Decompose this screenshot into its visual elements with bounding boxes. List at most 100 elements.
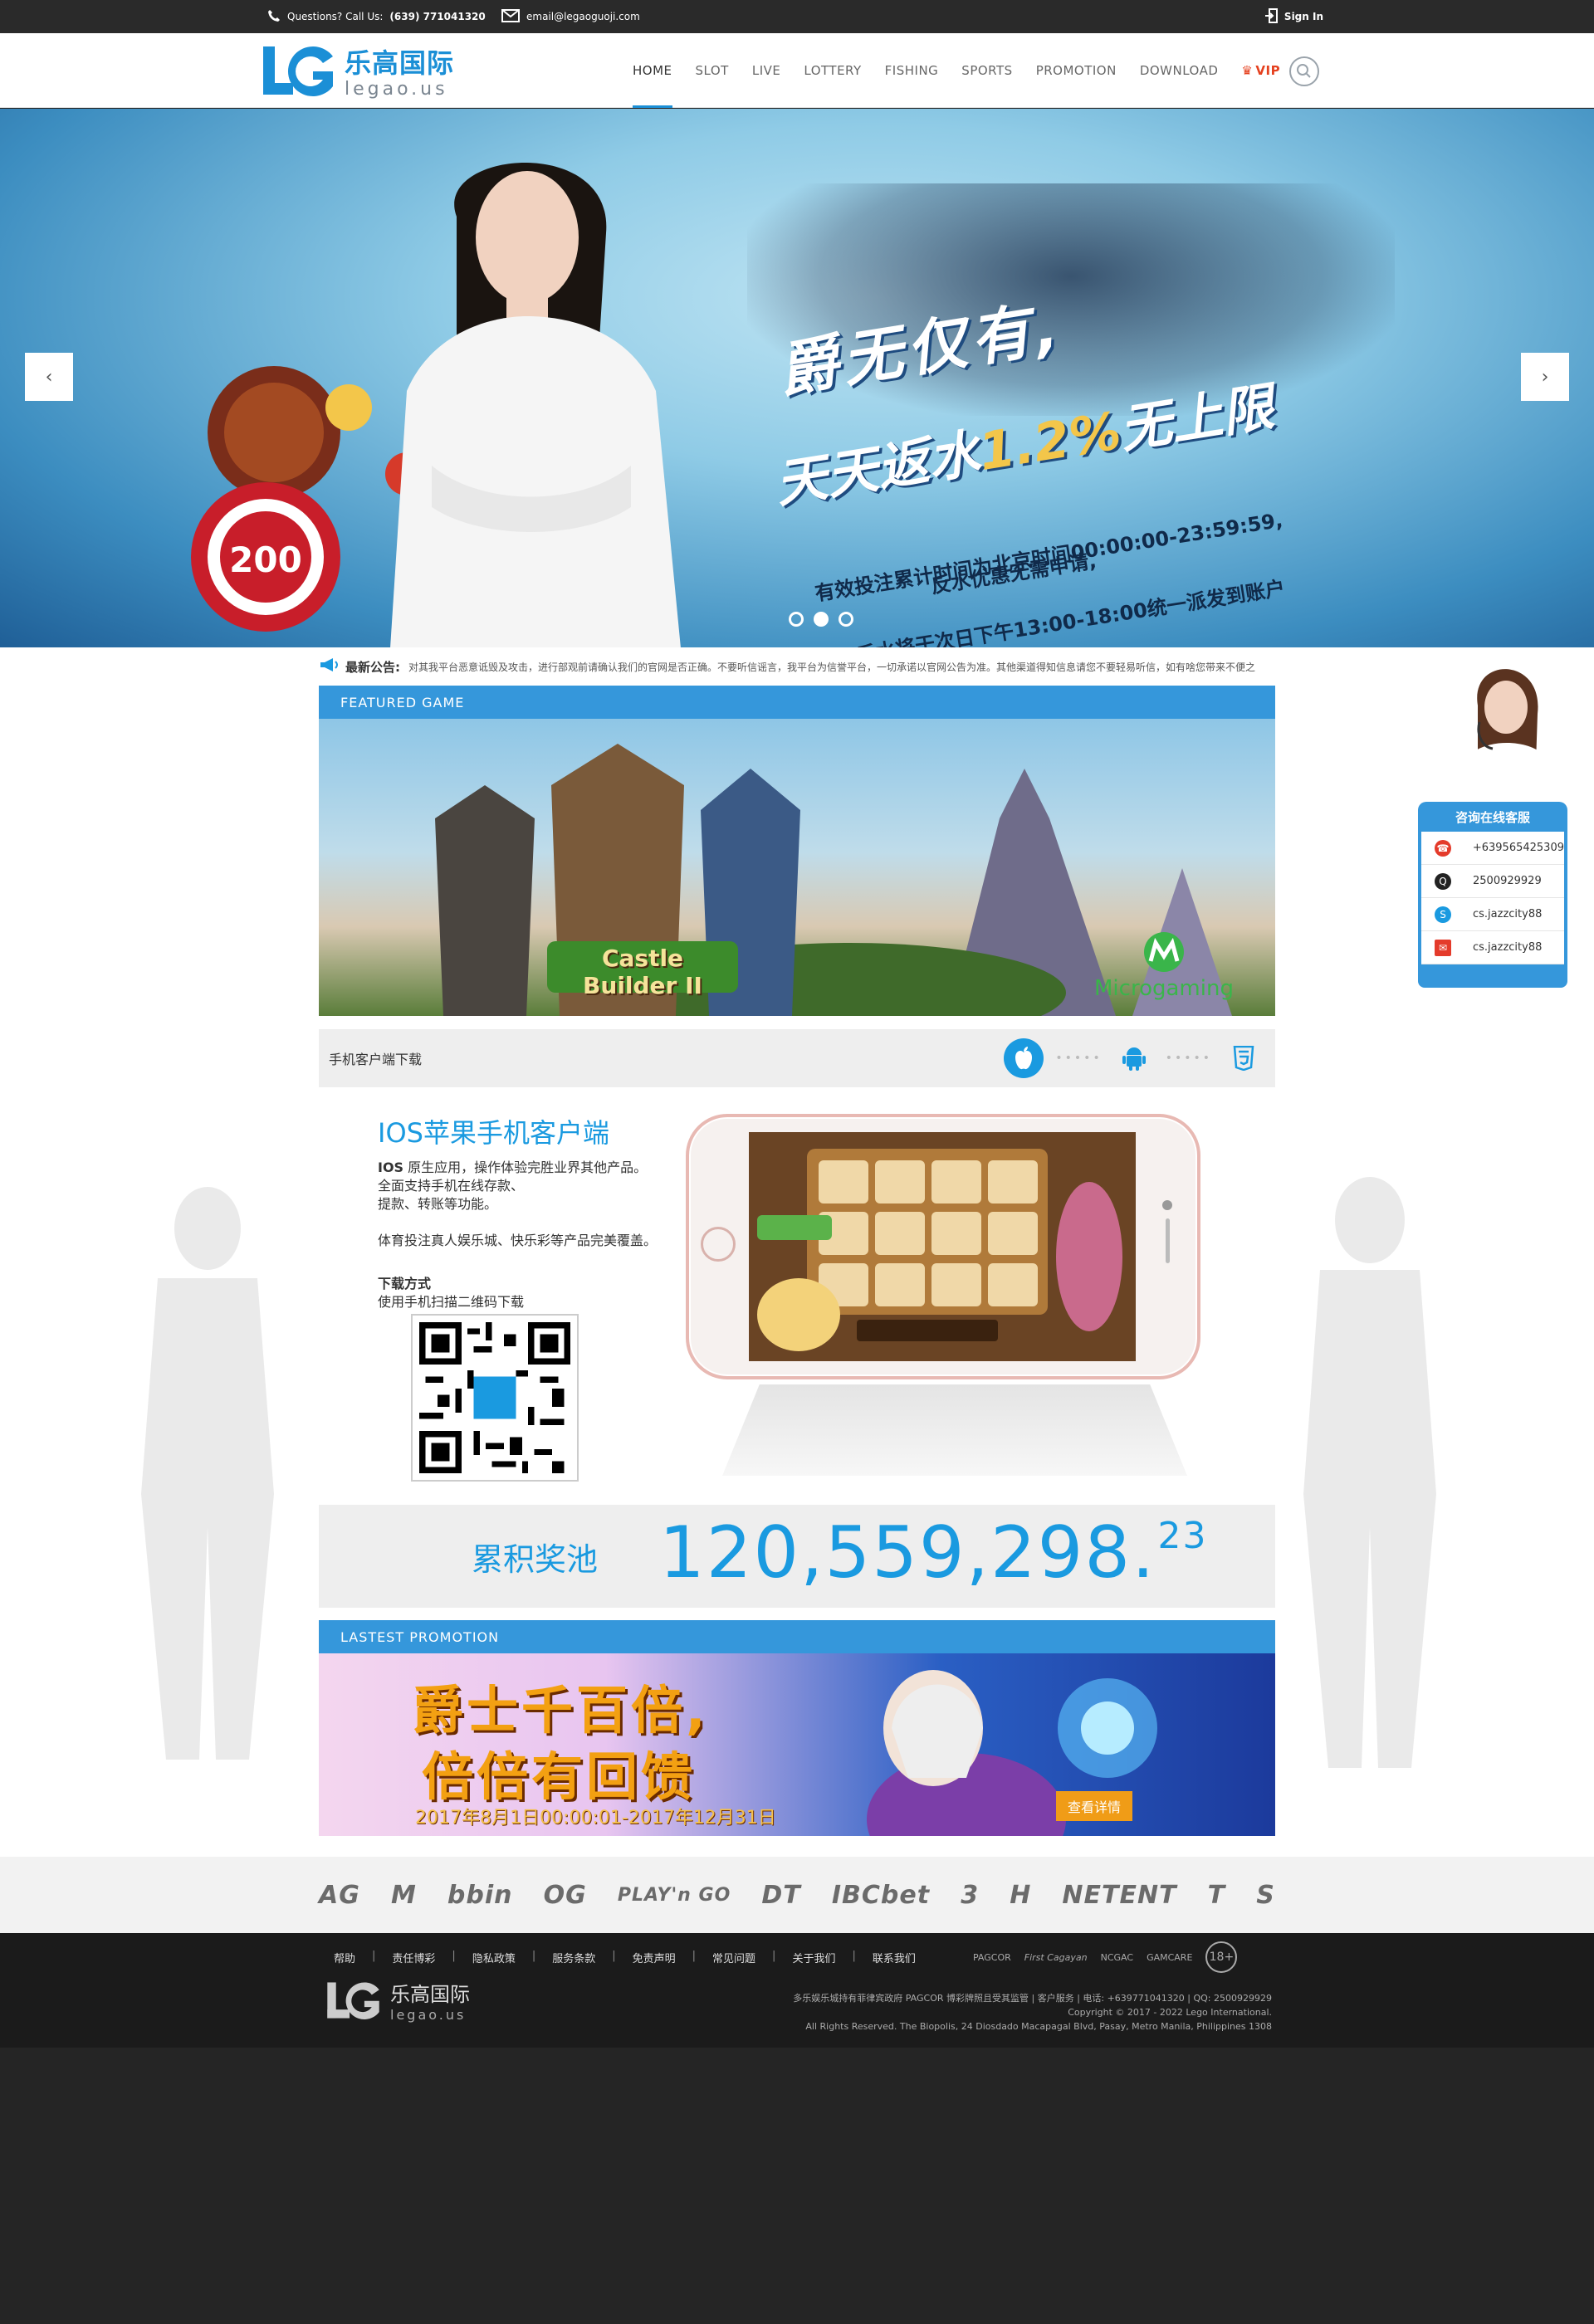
partner-t-logo: T — [1207, 1880, 1226, 1910]
nav-vip-label: VIP — [1255, 63, 1281, 78]
nav-vip[interactable]: ♛ VIP — [1230, 33, 1292, 108]
mail-icon: ✉ — [1435, 939, 1451, 956]
partner-ibcbet-logo: IBCbet — [831, 1880, 931, 1910]
hero-prev-button[interactable]: ‹ — [25, 353, 73, 401]
hero-subline-c: 无上限 — [1115, 375, 1278, 461]
signin-icon — [1264, 7, 1278, 26]
logo-mark — [262, 42, 338, 100]
footer-link-contact[interactable]: 联系我们 — [864, 1950, 924, 1965]
phone-home-button — [701, 1227, 736, 1262]
license-logos: PAGCOR First Cagayan NCGAC GAMCARE 18+ — [973, 1941, 1238, 1973]
footer-brand-en: legao.us — [390, 2007, 467, 2023]
customer-service-agent-photo — [1461, 669, 1552, 805]
footer-link-terms[interactable]: 服务条款 — [544, 1950, 604, 1965]
brand-logo[interactable]: 乐高国际 legao.us — [262, 42, 461, 100]
service-qq[interactable]: Q 2500929929 — [1421, 865, 1564, 898]
nav-slot[interactable]: SLOT — [684, 33, 741, 108]
nav-download[interactable]: DOWNLOAD — [1128, 33, 1230, 108]
partner-dt-logo: DT — [761, 1880, 801, 1910]
hero-banner[interactable]: 200 爵无仅有, 天天返水1.2%无上限 有效投注累计时间为北京时间00:00… — [0, 109, 1594, 647]
brand-name-en: legao.us — [345, 78, 448, 100]
telephone-icon: ☎ — [1435, 839, 1451, 857]
brand-name-cn: 乐高国际 — [345, 46, 455, 79]
latest-promotion-header: LASTEST PROMOTION — [319, 1620, 1275, 1653]
skype-icon: S — [1435, 906, 1451, 923]
footer-logo: 乐高国际 legao.us — [325, 1978, 470, 2023]
footer-link-about[interactable]: 关于我们 — [784, 1950, 843, 1965]
slide-dot-3[interactable] — [839, 612, 853, 627]
html5-download-tab[interactable] — [1224, 1038, 1264, 1078]
decorative-model-right — [1303, 1177, 1436, 1768]
service-mail[interactable]: ✉ cs.jazzcity88 — [1421, 931, 1564, 964]
microgaming-icon — [1141, 931, 1187, 976]
jackpot-amount-main: 120,559,298. — [659, 1511, 1156, 1594]
top-bar: Questions? Call Us: (639) 771041320 emai… — [0, 0, 1594, 33]
search-button[interactable] — [1289, 56, 1319, 86]
footer-logo-mark — [327, 1982, 379, 2020]
jackpot-label: 累积奖池 — [472, 1540, 599, 1578]
footer-link-responsible[interactable]: 责任博彩 — [384, 1950, 443, 1965]
ios-lead: IOS — [378, 1160, 404, 1175]
jackpot-amount: 120,559,298.23 — [659, 1511, 1207, 1594]
download-qr-code — [411, 1314, 579, 1482]
download-method-desc: 使用手机扫描二维码下载 — [378, 1294, 525, 1310]
partner-h-logo: H — [1010, 1880, 1032, 1910]
service-qq-value: 2500929929 — [1473, 875, 1542, 887]
partner-logos-strip: AG M bbin OG PLAY'n GO DT IBCbet 3 H NET… — [0, 1857, 1594, 1933]
signin-link[interactable]: Sign In — [1264, 0, 1323, 33]
promotion-line-2: 倍倍有回馈 — [422, 1746, 697, 1807]
nav-live[interactable]: LIVE — [741, 33, 793, 108]
provider-name: Microgaming — [1094, 976, 1234, 1001]
ios-desc-4: 体育投注真人娱乐城、快乐彩等产品完美覆盖。 — [378, 1233, 658, 1248]
phone-reflection — [722, 1384, 1187, 1476]
service-phone-value: +639565425309 — [1472, 842, 1564, 854]
nav-fishing[interactable]: FISHING — [873, 33, 951, 108]
slide-dot-1[interactable] — [789, 612, 804, 627]
promotion-date: 2017年8月1日00:00:01-2017年12月31日 — [415, 1808, 776, 1828]
envelope-icon — [501, 8, 520, 25]
slide-dot-2[interactable] — [814, 612, 829, 627]
nav-home[interactable]: HOME — [621, 33, 684, 108]
ios-heading: IOS苹果手机客户端 — [378, 1117, 609, 1149]
footer-link-faq[interactable]: 常见问题 — [704, 1950, 764, 1965]
service-skype-value: cs.jazzcity88 — [1473, 908, 1543, 920]
nav-promotion[interactable]: PROMOTION — [1024, 33, 1128, 108]
mobile-download-bar: 手机客户端下载 ••••• ••••• — [319, 1029, 1275, 1087]
featured-game-banner[interactable]: Castle Builder II Microgaming — [319, 719, 1275, 1016]
ios-download-tab[interactable] — [1004, 1038, 1044, 1078]
android-download-tab[interactable] — [1114, 1038, 1154, 1078]
html5-icon — [1233, 1046, 1254, 1071]
site-header: 乐高国际 legao.us HOME SLOT LIVE LOTTERY FIS… — [0, 33, 1594, 108]
phone-speaker — [1166, 1218, 1170, 1263]
partner-s-logo: S — [1256, 1880, 1275, 1910]
first-cagayan-logo: First Cagayan — [1024, 1951, 1088, 1963]
footer-link-privacy[interactable]: 隐私政策 — [464, 1950, 524, 1965]
chevron-right-icon: › — [1541, 366, 1549, 388]
service-phone[interactable]: ☎ +639565425309 — [1421, 832, 1564, 865]
nav-lottery[interactable]: LOTTERY — [792, 33, 873, 108]
announcement-bar: 最新公告: 对其我平台恶意诋毁及攻击，进行部观前请确认我们的官网是否正确。不要听… — [319, 652, 1275, 681]
promotion-details-button[interactable]: 查看详情 — [1056, 1791, 1132, 1821]
phone-game-screenshot — [749, 1132, 1136, 1361]
footer-license-line: 多乐娱乐城持有菲律宾政府 PAGCOR 博彩牌照且受其监管 | 客户服务 | 电… — [793, 1993, 1272, 2004]
footer-links: 帮助 | 责任博彩 | 隐私政策 | 服务条款 | 免责声明 | 常见问题 | 关于我们 | … — [325, 1950, 924, 1965]
email-address: email@legaoguoji.com — [526, 11, 640, 22]
hero-subline-a: 天天返水 — [770, 422, 985, 515]
signin-label: Sign In — [1284, 11, 1323, 22]
site-footer: 帮助 | 责任博彩 | 隐私政策 | 服务条款 | 免责声明 | 常见问题 | 关于我们 | … — [0, 1933, 1594, 2048]
chevron-left-icon: ‹ — [45, 366, 53, 388]
footer-link-help[interactable]: 帮助 — [325, 1950, 364, 1965]
search-icon — [1297, 64, 1311, 78]
service-skype[interactable]: S cs.jazzcity88 — [1421, 898, 1564, 931]
hero-next-button[interactable]: › — [1521, 353, 1569, 401]
promotion-banner[interactable]: 爵士千百倍, 倍倍有回馈 2017年8月1日00:00:01-2017年12月3… — [319, 1653, 1275, 1836]
contact-email[interactable]: email@legaoguoji.com — [501, 0, 640, 33]
footer-link-disclaimer[interactable]: 免责声明 — [624, 1950, 684, 1965]
promotion-line-1: 爵士千百倍, — [412, 1680, 709, 1741]
ios-desc: IOS 原生应用，操作体验完胜业界其他产品。 — [378, 1159, 710, 1177]
announcement-label: 最新公告: — [345, 659, 400, 675]
ios-desc-1: 原生应用，操作体验完胜业界其他产品。 — [408, 1160, 648, 1175]
age-18-badge: 18+ — [1205, 1941, 1238, 1973]
nav-sports[interactable]: SPORTS — [950, 33, 1024, 108]
partner-microgaming-logo: M — [390, 1880, 417, 1910]
